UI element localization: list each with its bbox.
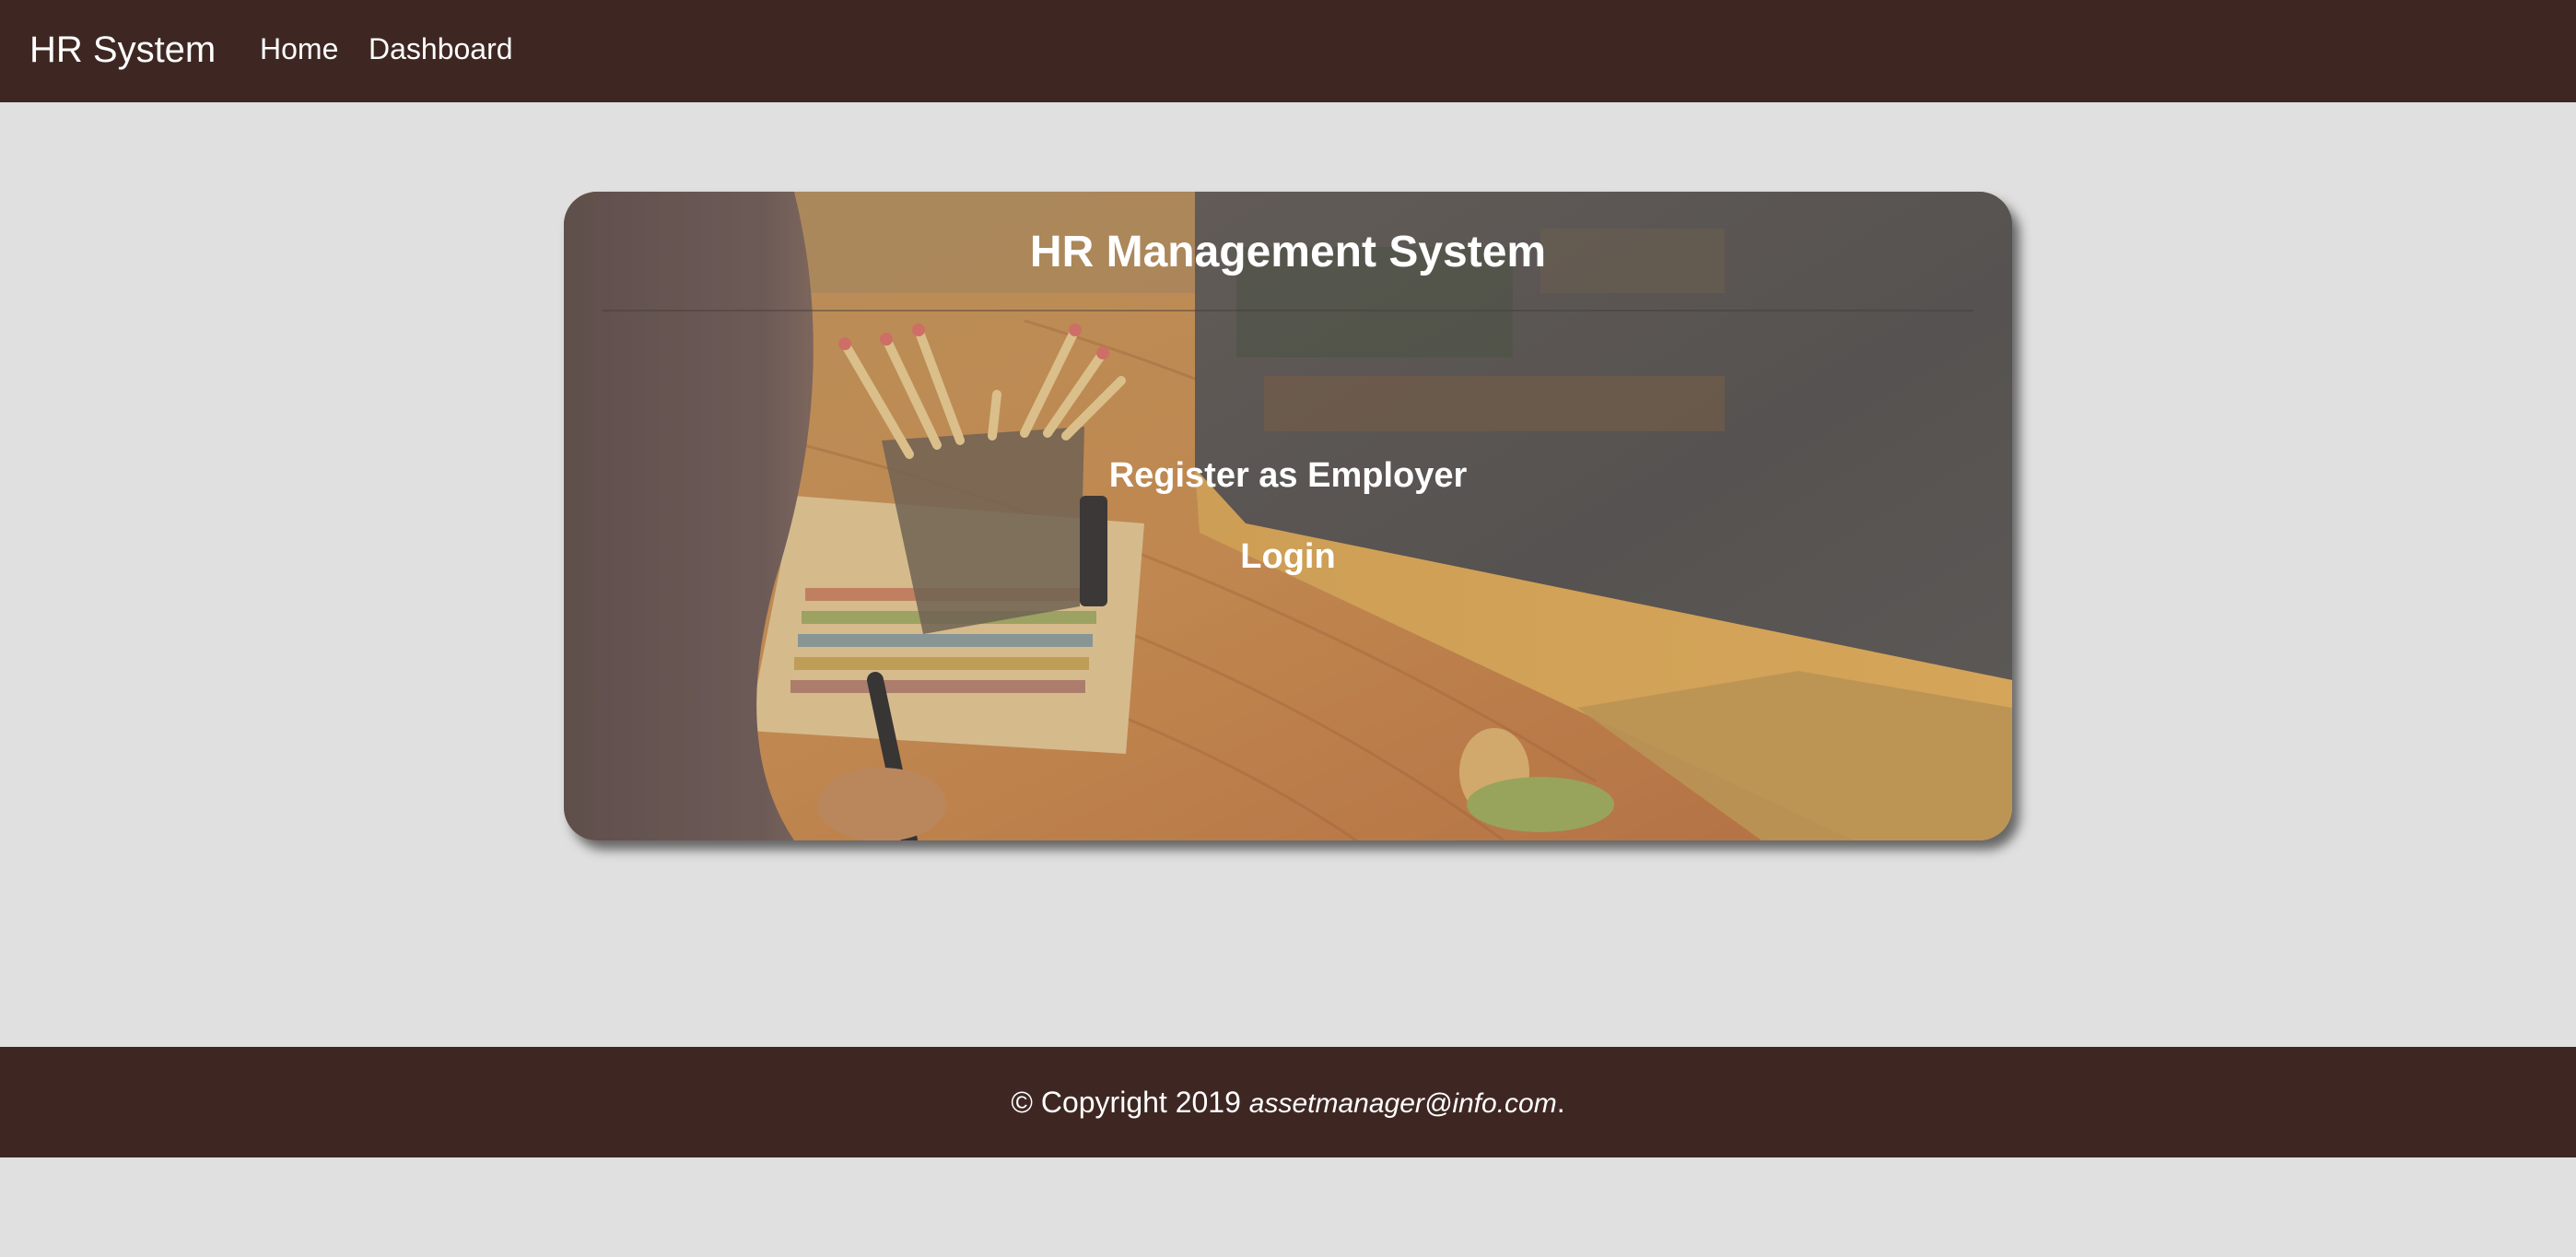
card-divider bbox=[603, 310, 1973, 311]
top-navbar: HR System Home Dashboard bbox=[0, 0, 2576, 102]
page-footer: © Copyright 2019 assetmanager@info.com. bbox=[0, 1047, 2576, 1157]
footer-suffix: . bbox=[1556, 1086, 1565, 1119]
nav-link-dashboard[interactable]: Dashboard bbox=[369, 29, 513, 68]
login-link[interactable]: Login bbox=[564, 535, 2012, 579]
footer-copyright: © Copyright 2019 bbox=[1011, 1086, 1249, 1119]
card-title: HR Management System bbox=[1029, 228, 1547, 276]
hero-card: HR Management System Register as Employe… bbox=[564, 192, 2012, 840]
register-employer-link[interactable]: Register as Employer bbox=[564, 453, 2012, 498]
footer-email: assetmanager@info.com bbox=[1248, 1088, 1557, 1119]
brand-link[interactable]: HR System bbox=[29, 26, 216, 74]
nav-link-home[interactable]: Home bbox=[260, 29, 338, 68]
card-overlay bbox=[564, 192, 2012, 840]
